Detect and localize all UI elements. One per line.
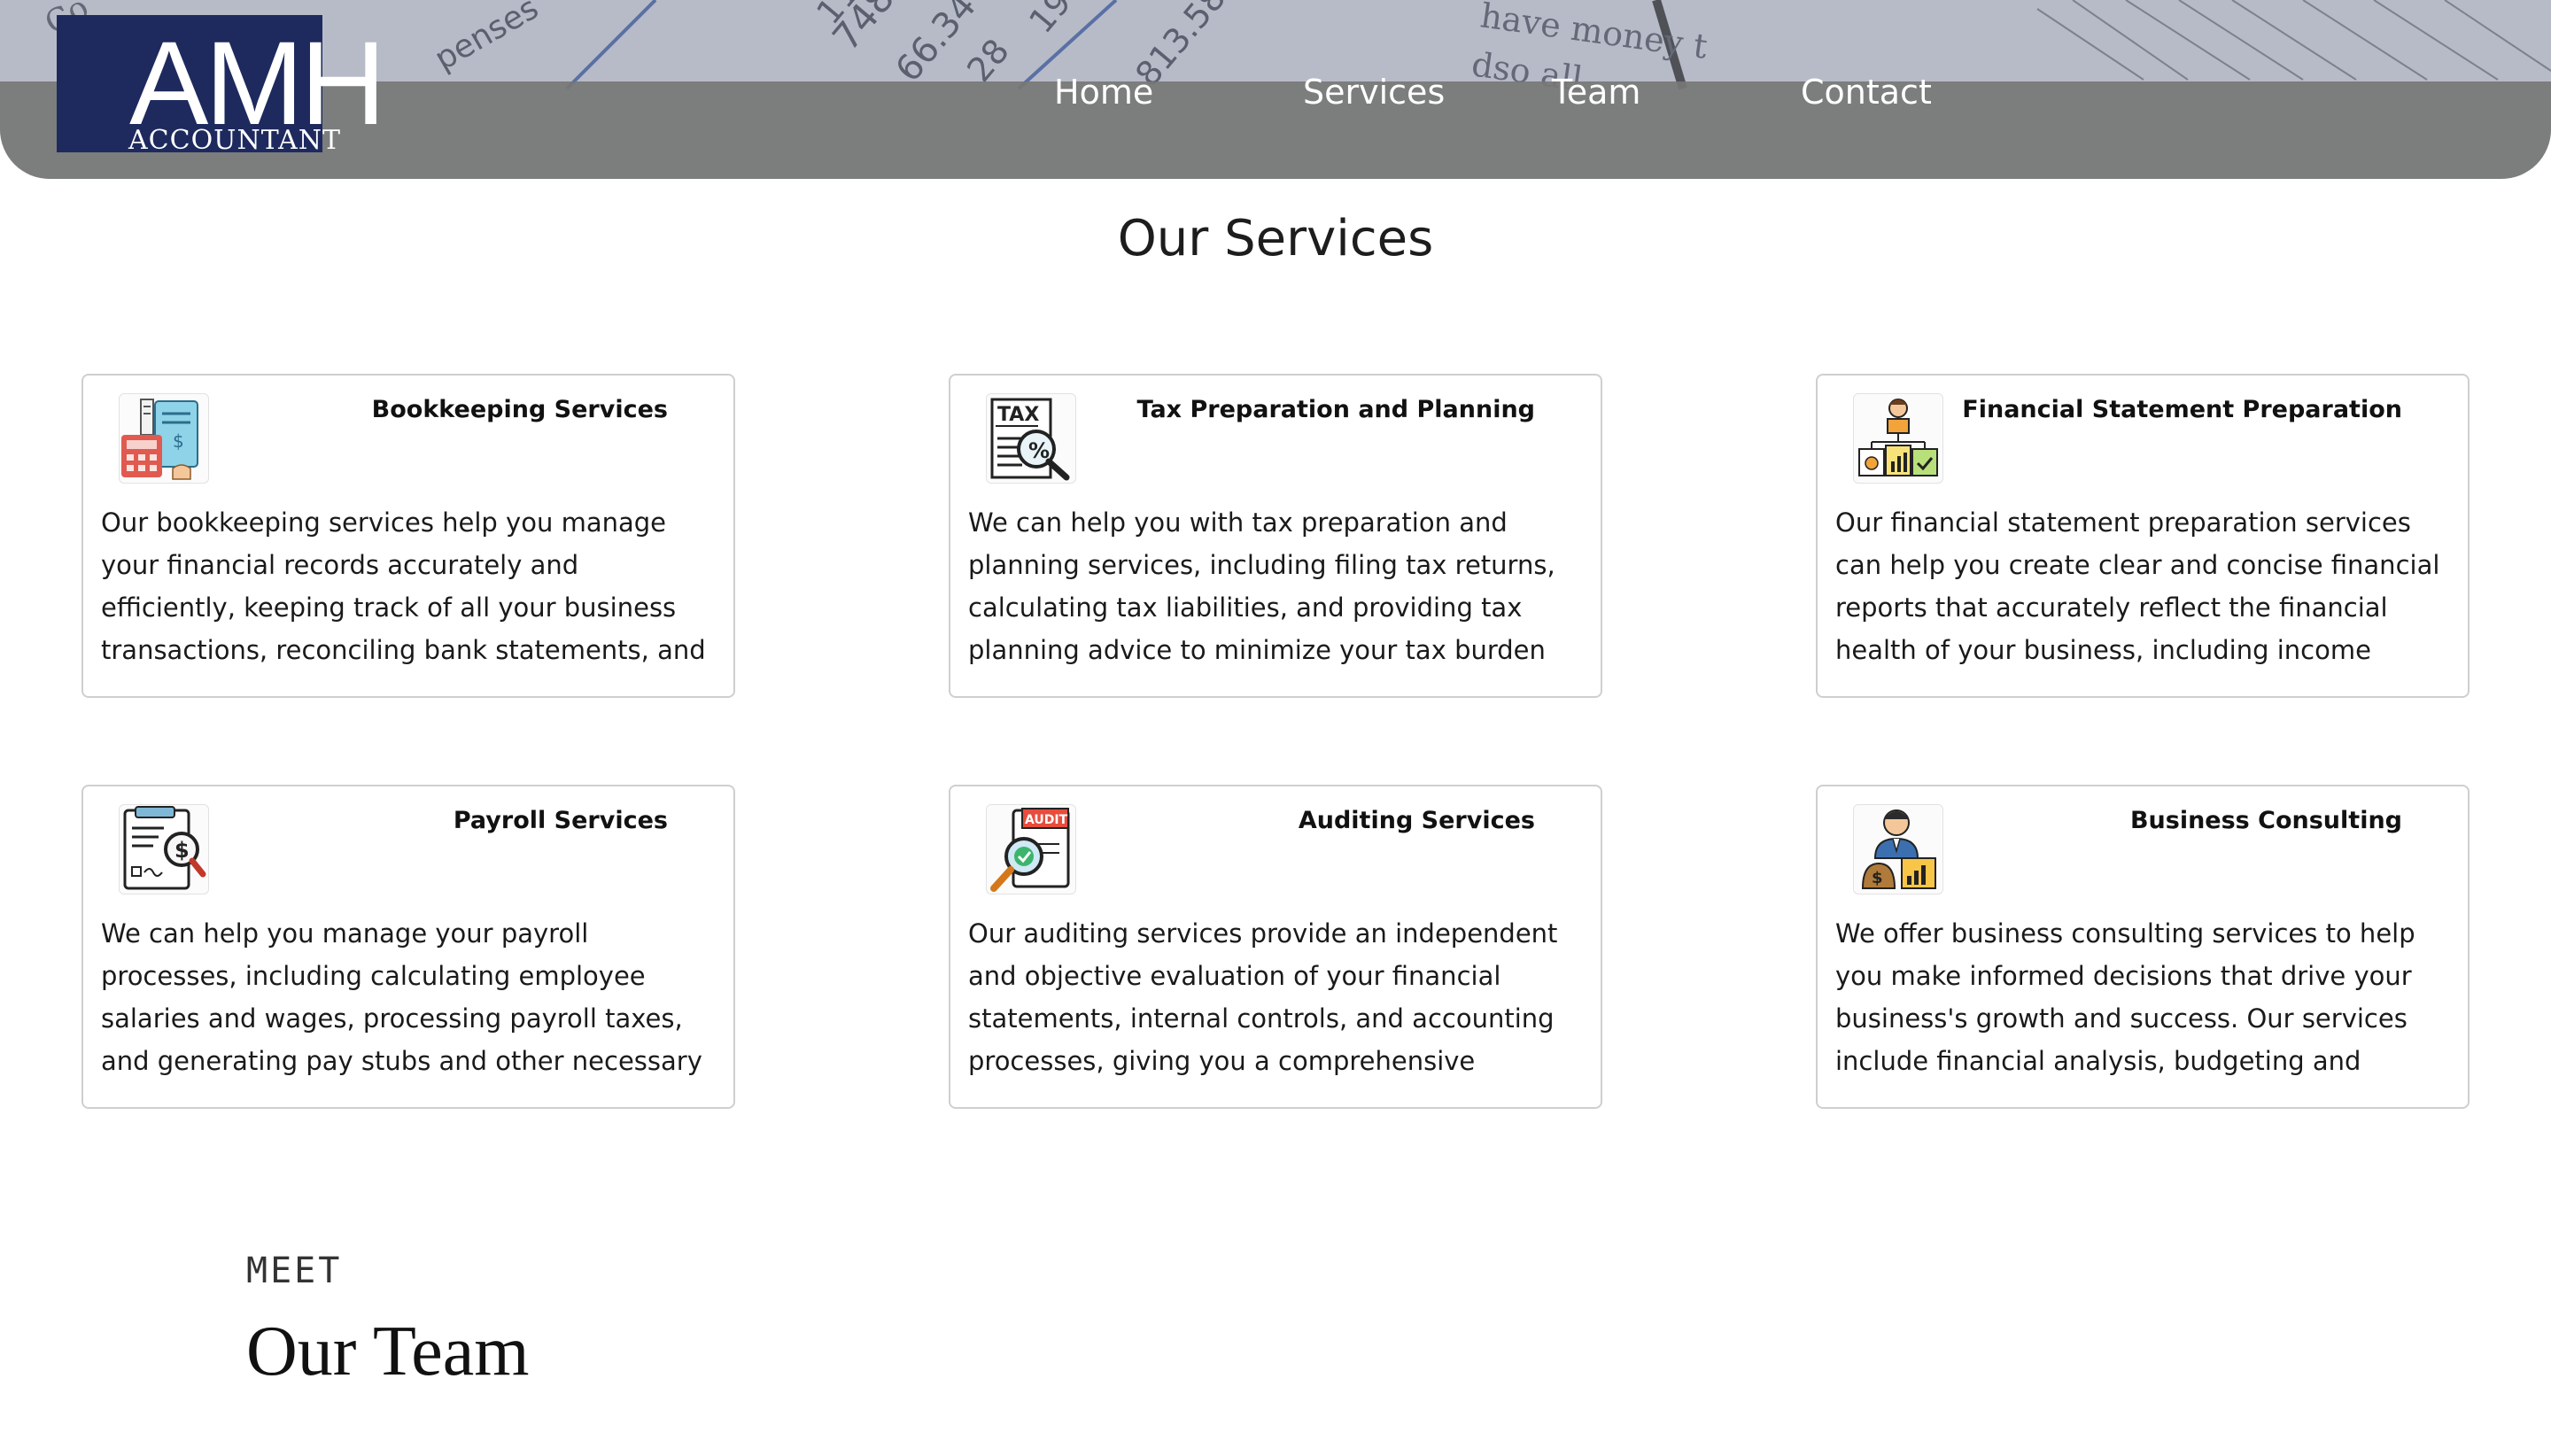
svg-text:$: $ [1872,869,1883,887]
team-heading: Our Team [246,1313,530,1390]
nav-home[interactable]: Home [1054,71,1153,113]
svg-text:$: $ [174,838,190,863]
service-card-bookkeeping[interactable]: $ Bookkeeping Services Our bookkeeping s… [81,374,735,698]
site-header: 748.2 66.34 813.58 19. 28 11 penses have… [0,0,2551,179]
card-title: Auditing Services [1298,807,1535,834]
services-heading: Our Services [1117,210,1434,267]
header-overlay [0,81,2551,179]
card-title: Payroll Services [453,807,668,834]
card-title: Financial Statement Preparation [1962,396,2402,423]
card-description: Our financial statement preparation serv… [1835,507,2440,665]
card-title: Business Consulting [2129,807,2402,834]
bookkeeping-icon: $ [119,393,209,484]
card-title: Tax Preparation and Planning [1136,396,1535,423]
nav-services[interactable]: Services [1303,71,1445,113]
svg-text:TAX: TAX [997,404,1039,426]
financial-statement-icon [1853,393,1943,484]
card-description: We offer business consulting services to… [1835,918,2415,1076]
service-card-payroll[interactable]: $ Payroll Services We can help you manag… [81,785,735,1109]
card-description: We can help you manage your payroll proc… [101,918,702,1076]
svg-text:$: $ [173,430,184,452]
business-consulting-icon: $ [1853,804,1943,895]
service-card-tax[interactable]: TAX % Tax Preparation and Planning We ca… [949,374,1602,698]
service-card-financial-statement[interactable]: Financial Statement Preparation Our fina… [1816,374,2470,698]
service-card-consulting[interactable]: $ Business Consulting We offer business … [1816,785,2470,1109]
service-card-auditing[interactable]: AUDIT Auditing Services Our auditing ser… [949,785,1602,1109]
audit-icon: AUDIT [986,804,1076,895]
team-kicker: MEET [246,1251,343,1291]
svg-text:AUDIT: AUDIT [1025,813,1068,827]
card-description: We can help you with tax preparation and… [968,507,1555,665]
nav-team[interactable]: Team [1552,71,1640,113]
logo-subtitle: ACCOUNTANT [128,125,341,156]
card-description: Our auditing services provide an indepen… [968,918,1558,1076]
nav-contact[interactable]: Contact [1801,71,1932,113]
payroll-icon: $ [119,804,209,895]
card-title: Bookkeeping Services [371,396,668,423]
tax-document-icon: TAX % [986,393,1076,484]
card-description: Our bookkeeping services help you manage… [101,507,706,665]
